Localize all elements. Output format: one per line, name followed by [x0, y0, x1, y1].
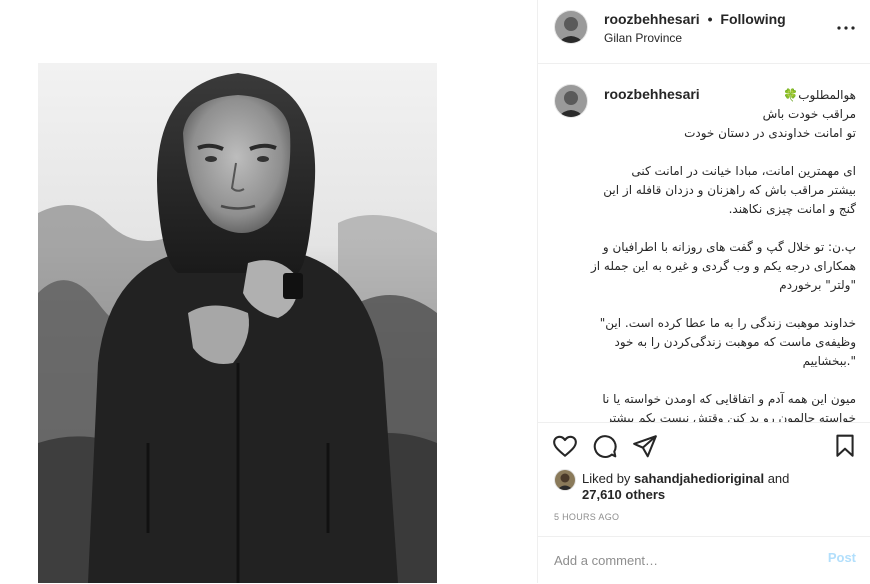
save-button[interactable]: [832, 433, 858, 459]
like-button[interactable]: [552, 433, 578, 459]
comment-icon: [593, 435, 617, 458]
post-photo-graphic: [38, 63, 437, 583]
author-header-line: roozbehhesari • Following: [604, 11, 786, 27]
liked-by-prefix: Liked by: [582, 471, 631, 486]
following-button[interactable]: Following: [720, 11, 785, 27]
instagram-post-modal: roozbehhesari • Following Gilan Province: [0, 0, 870, 583]
comment-button[interactable]: [592, 433, 618, 459]
post-comment-button[interactable]: Post: [828, 550, 856, 565]
post-details-panel: roozbehhesari • Following Gilan Province: [538, 0, 870, 583]
post-timestamp[interactable]: 5 HOURS AGO: [554, 512, 619, 522]
photo-panel: [0, 0, 537, 583]
likes-count[interactable]: 27,610 others: [582, 487, 665, 502]
post-header: roozbehhesari • Following Gilan Province: [538, 0, 870, 64]
caption-section: roozbehhesari هوالمطلوب🍀 مراقب خودت باش …: [538, 64, 870, 423]
avatar-image: [555, 11, 587, 43]
avatar-image: [555, 85, 587, 117]
caption-author-avatar[interactable]: [554, 84, 588, 118]
post-location[interactable]: Gilan Province: [604, 31, 682, 45]
header-separator: •: [707, 11, 713, 27]
share-button[interactable]: [632, 433, 658, 459]
liked-by-and: and: [767, 471, 790, 486]
paper-plane-icon: [633, 435, 657, 458]
author-avatar[interactable]: [554, 10, 588, 44]
comment-bar: Post: [538, 536, 870, 584]
heart-icon: [553, 435, 577, 457]
liked-by-username[interactable]: sahandjahedioriginal: [634, 471, 764, 486]
liker-avatar[interactable]: [554, 469, 576, 491]
liked-by-line: Liked by sahandjahedioriginal and: [582, 470, 789, 488]
more-horizontal-icon: [837, 26, 855, 30]
caption-text: هوالمطلوب🍀 مراقب خودت باش تو امانت خداون…: [590, 88, 856, 423]
avatar-image: [555, 470, 575, 490]
more-options-button[interactable]: [836, 18, 856, 38]
comment-input[interactable]: [554, 550, 794, 570]
likes-section: Liked by sahandjahedioriginal and 27,610…: [554, 467, 854, 507]
action-bar: [538, 423, 870, 467]
bookmark-icon: [836, 434, 854, 457]
post-photo[interactable]: [38, 63, 437, 583]
author-username[interactable]: roozbehhesari: [604, 11, 700, 27]
